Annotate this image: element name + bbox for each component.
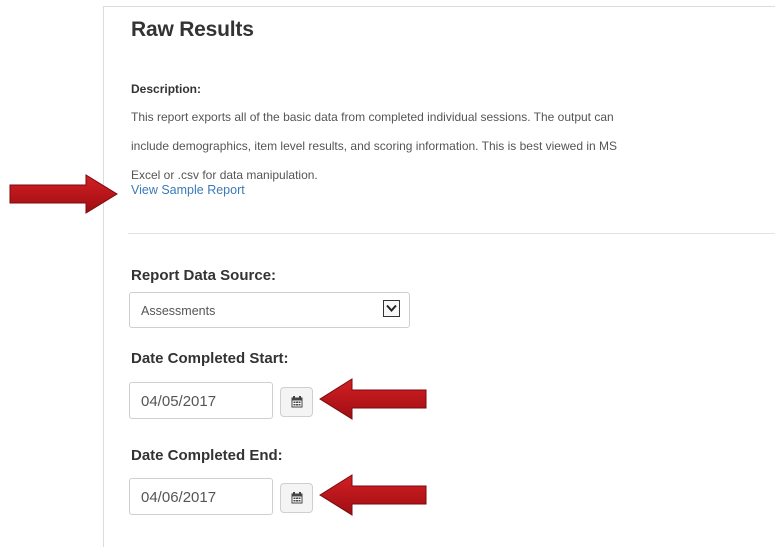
annotation-arrow-right [9,174,118,214]
view-sample-report-link[interactable]: View Sample Report [131,183,245,197]
date-start-input[interactable]: 04/05/2017 [129,382,273,419]
calendar-icon [291,396,303,408]
description-text: This report exports all of the basic dat… [131,103,775,190]
description-line: include demographics, item level results… [131,139,617,153]
divider [128,233,775,234]
data-source-value: Assessments [141,304,216,318]
annotation-arrow-left [319,378,427,420]
date-start-label: Date Completed Start: [131,350,289,367]
date-start-value: 04/05/2017 [141,393,217,410]
page-title: Raw Results [131,18,254,41]
data-source-select[interactable]: Assessments [129,292,410,328]
annotation-arrow-left [319,474,427,516]
data-source-label: Report Data Source: [131,267,277,284]
date-start-calendar-button[interactable] [280,387,313,417]
calendar-icon [291,492,303,504]
chevron-down-icon[interactable] [383,300,400,317]
date-end-calendar-button[interactable] [280,483,313,513]
description-label: Description: [131,82,202,96]
date-end-value: 04/06/2017 [141,489,217,506]
date-end-input[interactable]: 04/06/2017 [129,478,273,515]
date-end-label: Date Completed End: [131,447,283,464]
description-line: This report exports all of the basic dat… [131,110,614,124]
